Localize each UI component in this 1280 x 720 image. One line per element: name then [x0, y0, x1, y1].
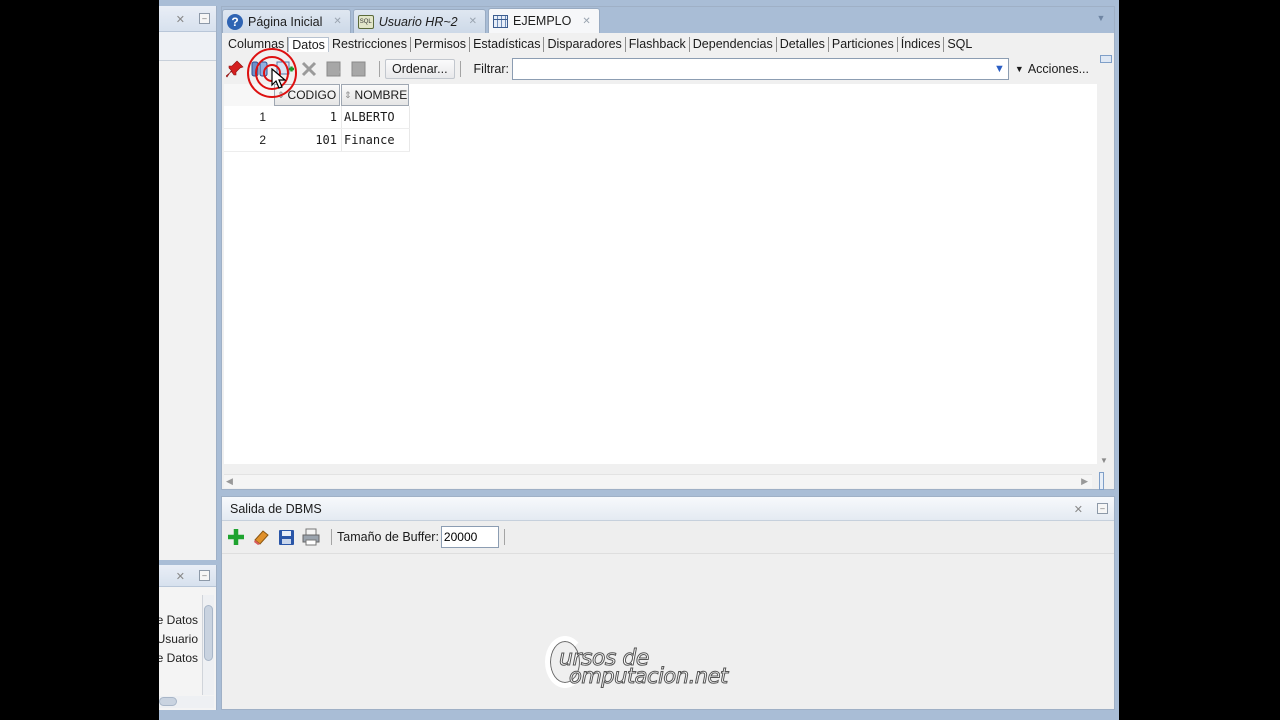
left-panel-items: e Datos Usuario e Datos	[159, 611, 198, 668]
scroll-down-icon[interactable]: ▼	[1100, 456, 1108, 465]
actions-label: Acciones...	[1027, 62, 1089, 76]
row-number: 1	[259, 110, 266, 124]
tab-label: Usuario HR~2	[378, 14, 458, 29]
tab-ejemplo[interactable]: EJEMPLO ✕	[488, 8, 600, 33]
grid-horizontal-scrollbar[interactable]: ◀ ▶	[224, 472, 1104, 490]
left-navigator-panel: ✕ –	[159, 6, 217, 560]
chevron-down-icon[interactable]: ▼	[994, 63, 1005, 75]
subtab-dependencias[interactable]: Dependencias	[690, 37, 777, 52]
left-reports-panel: ✕ – e Datos Usuario e Datos	[159, 565, 217, 710]
buffer-size-label: Tamaño de Buffer:	[337, 530, 439, 544]
subtab-particiones[interactable]: Particiones	[829, 37, 898, 52]
tab-usuario-hr[interactable]: SQL Usuario HR~2 ✕	[352, 9, 486, 33]
scroll-top-handle[interactable]	[1100, 55, 1112, 63]
document-tab-bar: ? Página Inicial ✕ SQL Usuario HR~2 ✕ EJ…	[222, 7, 1114, 33]
subtab-indices[interactable]: Índices	[898, 37, 945, 52]
help-icon: ?	[227, 13, 243, 30]
table-icon	[493, 14, 508, 28]
toolbar-separator	[378, 61, 380, 77]
eraser-icon[interactable]	[251, 527, 271, 547]
save-icon[interactable]	[276, 527, 296, 547]
table-editor: ? Página Inicial ✕ SQL Usuario HR~2 ✕ EJ…	[221, 6, 1115, 490]
sort-button[interactable]: Ordenar...	[384, 59, 455, 79]
subtab-restricciones[interactable]: Restricciones	[329, 37, 411, 52]
table-row[interactable]: 1 1 ALBERTO	[224, 106, 410, 128]
sort-arrows-icon: ⇕	[344, 89, 352, 100]
subtab-disparadores[interactable]: Disparadores	[544, 37, 626, 52]
delete-row-icon[interactable]	[300, 59, 320, 79]
mouse-cursor-icon	[271, 68, 287, 89]
filter-field[interactable]: ▼	[511, 58, 1009, 80]
print-icon[interactable]	[301, 527, 321, 547]
subtab-detalles[interactable]: Detalles	[777, 37, 829, 52]
panel-title: Salida de DBMS	[230, 502, 322, 516]
left-panel-body	[159, 60, 216, 560]
cell-codigo[interactable]: 101	[272, 129, 342, 151]
list-item[interactable]: e Datos	[159, 611, 198, 630]
cell-codigo[interactable]: 1	[272, 106, 342, 128]
scroll-left-icon[interactable]: ◀	[226, 476, 233, 487]
list-item[interactable]: e Datos	[159, 649, 198, 668]
grid-header: ⇕ CODIGO ⇕ NOMBRE	[274, 84, 409, 106]
subtab-flashback[interactable]: Flashback	[626, 37, 690, 52]
scroll-right-icon[interactable]: ▶	[1081, 476, 1088, 487]
add-icon[interactable]	[226, 527, 246, 547]
list-item[interactable]: Usuario	[159, 630, 198, 649]
column-header-label: CODIGO	[287, 88, 337, 102]
vertical-scrollbar[interactable]	[202, 595, 214, 695]
row-divider	[224, 151, 410, 152]
cell-nombre[interactable]: ALBERTO	[342, 106, 410, 128]
subtab-estadisticas[interactable]: Estadísticas	[470, 37, 545, 52]
close-icon[interactable]: ✕	[333, 16, 341, 27]
left-panel-header: ✕ –	[159, 6, 216, 32]
table-row[interactable]: 2 101 Finance	[224, 129, 410, 151]
rollback-icon[interactable]	[349, 59, 369, 79]
close-icon[interactable]: ✕	[1074, 503, 1083, 516]
actions-menu-button[interactable]: ▼ Acciones...	[1015, 62, 1089, 76]
scroll-corner-handle[interactable]	[1099, 472, 1104, 490]
tab-label: Página Inicial	[248, 14, 323, 29]
column-header-nombre[interactable]: ⇕ NOMBRE	[341, 84, 409, 106]
minimize-icon[interactable]: –	[1097, 503, 1108, 514]
tab-label: EJEMPLO	[513, 14, 572, 28]
sql-developer-window: ✕ – ✕ – e Datos Usuario e Datos ? Página…	[159, 0, 1119, 720]
sql-worksheet-icon: SQL	[357, 14, 374, 29]
toolbar-separator	[331, 529, 332, 545]
watermark-logo: ursos de omputacion.net	[545, 636, 745, 692]
toolbar-separator	[459, 61, 461, 77]
toolbar-separator	[503, 529, 505, 545]
scroll-thumb[interactable]	[159, 697, 177, 706]
close-icon[interactable]: ✕	[469, 16, 477, 27]
chevron-down-icon: ▼	[1014, 64, 1024, 74]
data-toolbar: Ordenar... Filtrar: ▼ ▼ Acciones...	[225, 57, 1089, 81]
grid-vertical-scrollbar[interactable]: ▼	[1098, 55, 1112, 465]
tab-list-dropdown-icon[interactable]: ▼	[1094, 13, 1108, 25]
close-icon[interactable]: ✕	[582, 16, 590, 27]
tab-pagina-inicial[interactable]: ? Página Inicial ✕	[222, 9, 351, 33]
column-header-label: NOMBRE	[354, 88, 408, 102]
minimize-icon[interactable]: –	[199, 13, 210, 24]
subtab-permisos[interactable]: Permisos	[411, 37, 471, 52]
buffer-size-input[interactable]	[440, 526, 499, 548]
dbms-output-header: Salida de DBMS ✕ –	[222, 497, 1114, 521]
minimize-icon[interactable]: –	[199, 570, 210, 581]
filter-input[interactable]	[512, 59, 993, 79]
object-sub-tabs: Columnas Datos Restricciones Permisos Es…	[225, 37, 975, 52]
cell-nombre[interactable]: Finance	[342, 129, 410, 151]
close-icon[interactable]: ✕	[176, 570, 185, 583]
commit-icon[interactable]	[324, 59, 344, 79]
left-bottom-panel-header: ✕ –	[159, 565, 216, 587]
close-icon[interactable]: ✕	[176, 13, 185, 26]
scroll-thumb[interactable]	[204, 605, 213, 661]
horizontal-scrollbar[interactable]	[159, 696, 214, 708]
subtab-datos[interactable]: Datos	[288, 37, 329, 52]
watermark-line-2: omputacion.net	[569, 664, 729, 689]
dbms-toolbar: Tamaño de Buffer:	[226, 525, 510, 549]
subtab-sql[interactable]: SQL	[944, 37, 975, 52]
filter-label: Filtrar:	[473, 62, 509, 76]
pin-icon[interactable]	[225, 59, 245, 79]
row-number: 2	[259, 133, 266, 147]
data-grid: ⇕ CODIGO ⇕ NOMBRE 1 1 ALBERTO 2 101 Fina…	[224, 84, 1097, 464]
